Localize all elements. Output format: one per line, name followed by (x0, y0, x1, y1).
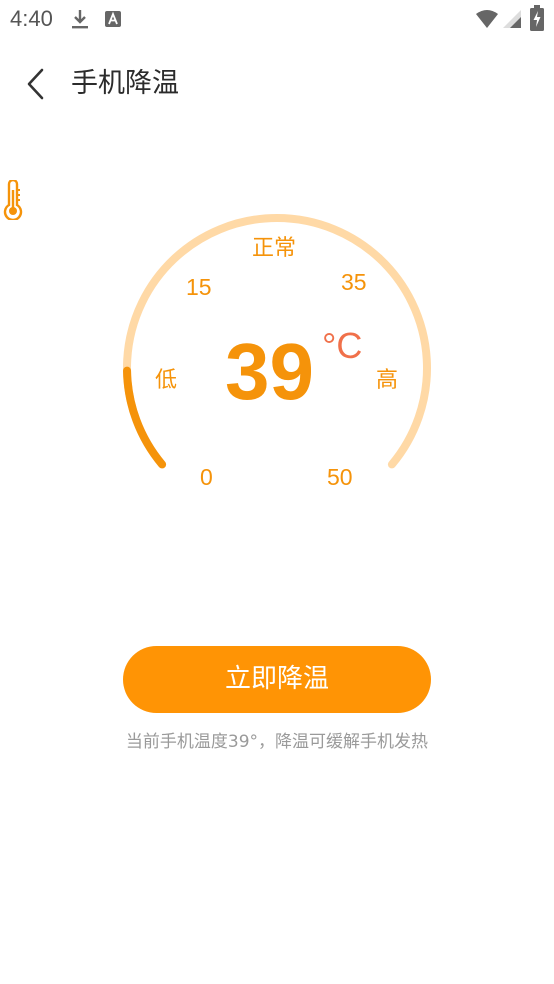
back-button[interactable] (18, 64, 58, 104)
page-title: 手机降温 (71, 68, 179, 99)
text-notification-icon (105, 11, 121, 27)
thermometer-icon (3, 180, 23, 220)
tick-label-35: 35 (341, 269, 367, 295)
tick-label-0: 0 (200, 464, 213, 490)
wifi-icon (476, 10, 498, 28)
battery-charging-icon (530, 5, 544, 31)
chevron-left-icon (27, 68, 44, 100)
high-label: 高 (376, 368, 399, 393)
app-header: 手机降温 (0, 50, 554, 120)
hint-text: 当前手机温度39°，降温可缓解手机发热 (125, 732, 429, 752)
status-time: 4:40 (10, 6, 53, 31)
status-bar: 4:40 (0, 0, 554, 38)
tick-label-50: 50 (327, 464, 353, 490)
low-label: 低 (155, 368, 178, 393)
status-label: 正常 (252, 236, 297, 261)
tick-label-15: 15 (186, 274, 212, 300)
temperature-gauge: 正常 15 35 低 高 0 50 39 °C (0, 180, 554, 540)
temperature-value: 39 (225, 327, 314, 416)
cool-down-button[interactable]: 立即降温 (123, 646, 431, 713)
phone-cooling-screen: 4:40 手机降温 正常 15 35 低 高 0 50 39 °C 立即降温 当… (0, 0, 554, 984)
temperature-unit: °C (322, 325, 363, 366)
signal-icon (503, 10, 521, 28)
download-icon (72, 10, 88, 29)
